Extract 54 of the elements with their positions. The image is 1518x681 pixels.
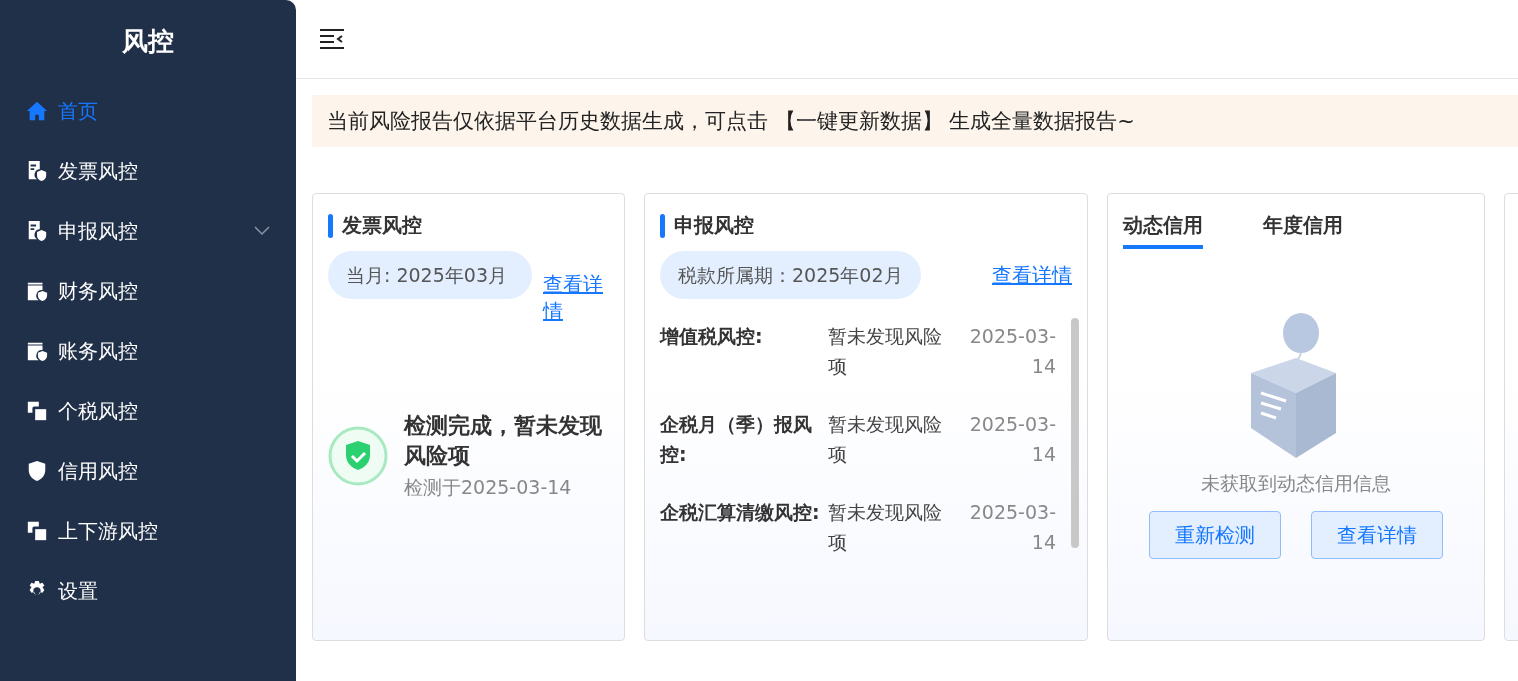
sidebar-item-label: 申报风控	[58, 217, 139, 245]
title-bar-accent	[328, 213, 333, 238]
linked-squares-icon	[26, 400, 48, 422]
document-shield-icon	[26, 160, 48, 182]
wallet-shield-icon	[26, 280, 48, 302]
period-tag: 当月: 2025年03月	[328, 251, 532, 299]
card-title: 申报风控	[674, 212, 754, 239]
risk-date: 2025-03-14	[968, 324, 1056, 379]
sidebar-item-label: 设置	[58, 577, 99, 605]
sidebar-item[interactable]: 上下游风控	[0, 501, 296, 561]
sidebar-item[interactable]: 设置	[0, 561, 296, 621]
risk-status: 暂未发现风险项	[828, 500, 943, 555]
view-details-link[interactable]: 查看详情	[992, 261, 1072, 289]
shield-icon	[26, 460, 48, 482]
risk-status: 暂未发现风险项	[828, 412, 943, 467]
linked-squares-icon	[26, 520, 48, 542]
sidebar-item[interactable]: 个税风控	[0, 381, 296, 441]
document-shield-icon	[26, 220, 48, 242]
home-icon	[26, 100, 48, 122]
risk-label: 企税月（季）报风控:	[660, 412, 813, 467]
sidebar-item[interactable]: 信用风控	[0, 441, 296, 501]
risk-date: 2025-03-14	[968, 500, 1056, 555]
view-details-link[interactable]: 查看详情	[543, 271, 609, 325]
notice-text: 当前风险报告仅依据平台历史数据生成，可点击 【一键更新数据】 生成全量数据报告~	[327, 108, 1135, 135]
menu-icon[interactable]	[320, 28, 344, 50]
sidebar-item-label: 上下游风控	[58, 517, 159, 545]
sidebar-item-label: 发票风控	[58, 157, 139, 185]
scrollbar[interactable]	[1071, 318, 1079, 548]
app-title: 风控	[121, 25, 175, 58]
risk-status: 暂未发现风险项	[828, 324, 943, 379]
credit-tab[interactable]: 年度信用	[1263, 212, 1343, 249]
sidebar-item-label: 个税风控	[58, 397, 139, 425]
sidebar-item[interactable]: 财务风控	[0, 261, 296, 321]
sidebar-item[interactable]: 账务风控	[0, 321, 296, 381]
recheck-button[interactable]: 重新检测	[1149, 511, 1281, 559]
risk-label: 增值税风控:	[660, 324, 764, 349]
shield-check-icon	[328, 426, 388, 486]
credit-tab[interactable]: 动态信用	[1123, 212, 1203, 249]
card-title: 发票风控	[342, 212, 422, 239]
period-tag: 税款所属期：2025年02月	[660, 251, 921, 299]
sidebar-item-label: 信用风控	[58, 457, 139, 485]
sidebar-item-label: 账务风控	[58, 337, 139, 365]
risk-label: 企税汇算清缴风控:	[660, 500, 821, 525]
checked-date: 检测于2025-03-14	[404, 475, 573, 500]
risk-date: 2025-03-14	[968, 412, 1056, 467]
wallet-shield-icon	[26, 340, 48, 362]
sidebar-item[interactable]: 申报风控	[0, 201, 296, 261]
view-details-button[interactable]: 查看详情	[1311, 511, 1443, 559]
empty-message: 未获取到动态信用信息	[1201, 471, 1391, 496]
result-title: 检测完成，暂未发现风险项	[404, 412, 603, 470]
sidebar-item[interactable]: 发票风控	[0, 141, 296, 201]
sidebar-item-label: 首页	[58, 97, 99, 125]
sidebar-item-label: 财务风控	[58, 277, 139, 305]
title-bar-accent	[660, 213, 665, 238]
